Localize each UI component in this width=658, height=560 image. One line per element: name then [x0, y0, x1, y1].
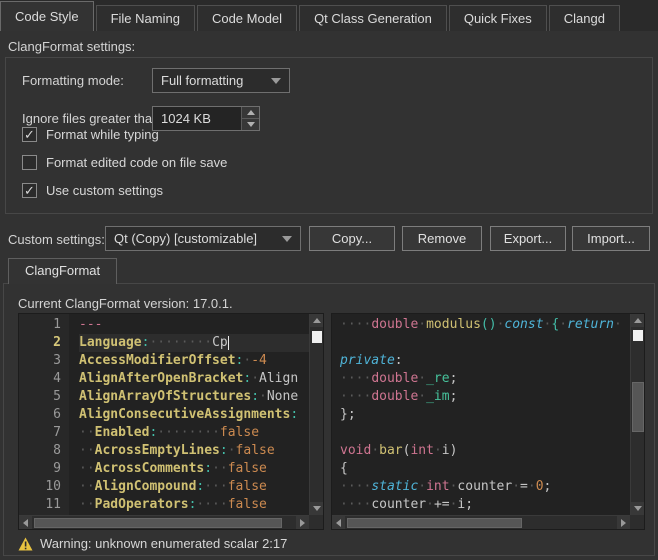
- custom-settings-label: Custom settings:: [8, 232, 105, 247]
- code-line: void·bar(int·i): [340, 442, 630, 460]
- scroll-down-icon[interactable]: [310, 502, 324, 515]
- clangformat-settings-label: ClangFormat settings:: [8, 39, 135, 54]
- custom-settings-value: Qt (Copy) [customizable]: [114, 231, 257, 246]
- scroll-right-icon[interactable]: [617, 516, 630, 530]
- checkbox-label: Format edited code on file save: [46, 155, 227, 170]
- scroll-right-icon[interactable]: [296, 516, 309, 530]
- formatting-mode-value: Full formatting: [161, 73, 243, 88]
- custom-settings-combo[interactable]: Qt (Copy) [customizable]: [105, 226, 301, 251]
- scroll-up-icon[interactable]: [310, 314, 324, 327]
- code-line: AlignArrayOfStructures:·None: [79, 388, 309, 406]
- tab-clangd[interactable]: Clangd: [549, 5, 620, 31]
- clangformat-version-text: Current ClangFormat version: 17.0.1.: [18, 296, 233, 311]
- code-line: ····double·_im;: [340, 388, 630, 406]
- line-number: 8: [19, 442, 61, 460]
- scrollbar-marker: [633, 330, 643, 341]
- code-line: ····counter·+=·i;: [340, 496, 630, 514]
- warning-icon: [18, 537, 33, 551]
- line-number: 6: [19, 406, 61, 424]
- scroll-up-icon[interactable]: [631, 314, 645, 327]
- code-line: ··PadOperators:····false: [79, 496, 309, 514]
- line-number-gutter: 1234567891011: [19, 314, 69, 515]
- formatting-mode-label: Formatting mode:: [22, 73, 124, 88]
- text-cursor: [228, 336, 230, 350]
- scroll-down-icon[interactable]: [631, 502, 645, 515]
- line-number: 4: [19, 370, 61, 388]
- chevron-down-icon: [271, 78, 281, 84]
- checkbox-checked-icon[interactable]: ✓: [22, 183, 37, 198]
- code-line: ····double·modulus()·const·{·return·: [340, 316, 630, 334]
- spin-up-icon[interactable]: [242, 107, 259, 118]
- warning-text: Warning: unknown enumerated scalar 2:17: [40, 536, 287, 551]
- code-line: ····double·_re;: [340, 370, 630, 388]
- checkbox-checked-icon[interactable]: ✓: [22, 127, 37, 142]
- line-number: 2: [19, 334, 61, 352]
- tab-quick-fixes[interactable]: Quick Fixes: [449, 5, 547, 31]
- tab-code-style[interactable]: Code Style: [0, 1, 94, 31]
- code-line: AccessModifierOffset:·-4: [79, 352, 309, 370]
- code-line: [340, 334, 630, 352]
- clangformat-settings-page: Code StyleFile NamingCode ModelQt Class …: [0, 0, 658, 560]
- cpp-code-area[interactable]: ····double·modulus()·const·{·return· pri…: [332, 314, 630, 515]
- yaml-config-editor[interactable]: 1234567891011 ---Language:········CpAcce…: [18, 313, 324, 530]
- line-number: 10: [19, 478, 61, 496]
- scrollbar-thumb[interactable]: [632, 382, 644, 432]
- vertical-scrollbar[interactable]: [309, 314, 323, 515]
- code-line: AlignAfterOpenBracket:·Align: [79, 370, 309, 388]
- tab-qt-class-generation[interactable]: Qt Class Generation: [299, 5, 447, 31]
- formatting-mode-combo[interactable]: Full formatting: [152, 68, 290, 93]
- line-number: 5: [19, 388, 61, 406]
- line-number: 9: [19, 460, 61, 478]
- code-line: ··Enabled:········false: [79, 424, 309, 442]
- line-number: 1: [19, 316, 61, 334]
- checkbox-use-custom-settings[interactable]: ✓ Use custom settings: [22, 180, 227, 200]
- code-line: Language:········Cp: [79, 334, 309, 352]
- tab-file-naming[interactable]: File Naming: [96, 5, 195, 31]
- import-button[interactable]: Import...: [572, 226, 650, 251]
- chevron-down-icon: [282, 236, 292, 242]
- line-number: 7: [19, 424, 61, 442]
- export-button[interactable]: Export...: [490, 226, 566, 251]
- scrollbar-thumb[interactable]: [312, 331, 322, 343]
- scrollbar-corner: [630, 515, 644, 529]
- tab-clangformat[interactable]: ClangFormat: [8, 258, 117, 284]
- settings-tab-bar: Code StyleFile NamingCode ModelQt Class …: [0, 0, 622, 31]
- horizontal-scrollbar[interactable]: [332, 515, 630, 529]
- scrollbar-corner: [309, 515, 323, 529]
- code-line: ··AlignCompound:···false: [79, 478, 309, 496]
- vertical-scrollbar[interactable]: [630, 314, 644, 515]
- checkbox-label: Format while typing: [46, 127, 159, 142]
- line-number: 3: [19, 352, 61, 370]
- tab-code-model[interactable]: Code Model: [197, 5, 297, 31]
- scroll-left-icon[interactable]: [19, 516, 32, 530]
- code-line: private:: [340, 352, 630, 370]
- scrollbar-thumb[interactable]: [34, 518, 282, 528]
- checkbox-format-edited-code-on-file-save[interactable]: Format edited code on file save: [22, 152, 227, 172]
- checkbox-format-while-typing[interactable]: ✓ Format while typing: [22, 124, 227, 144]
- code-line: ··AcrossComments:··false: [79, 460, 309, 478]
- checkbox-list: ✓ Format while typing Format edited code o…: [22, 124, 227, 208]
- scrollbar-thumb[interactable]: [347, 518, 522, 528]
- checkbox-label: Use custom settings: [46, 183, 163, 198]
- yaml-code-area[interactable]: ---Language:········CpAccessModifierOffs…: [69, 314, 309, 515]
- cpp-preview-editor[interactable]: ····double·modulus()·const·{·return· pri…: [331, 313, 645, 530]
- spin-buttons: [241, 107, 259, 130]
- checkbox-unchecked-icon[interactable]: [22, 155, 37, 170]
- line-number: 11: [19, 496, 61, 514]
- code-line: ---: [79, 316, 309, 334]
- code-line: ··AcrossEmptyLines:·false: [79, 442, 309, 460]
- warning-row: Warning: unknown enumerated scalar 2:17: [18, 536, 287, 551]
- copy-button[interactable]: Copy...: [309, 226, 395, 251]
- spin-down-icon[interactable]: [242, 118, 259, 130]
- code-line: [340, 424, 630, 442]
- code-line: AlignConsecutiveAssignments:: [79, 406, 309, 424]
- horizontal-scrollbar[interactable]: [19, 515, 309, 529]
- code-line: };: [340, 406, 630, 424]
- scroll-left-icon[interactable]: [332, 516, 345, 530]
- code-line: {: [340, 460, 630, 478]
- remove-button[interactable]: Remove: [402, 226, 482, 251]
- code-line: ····static·int·counter·=·0;: [340, 478, 630, 496]
